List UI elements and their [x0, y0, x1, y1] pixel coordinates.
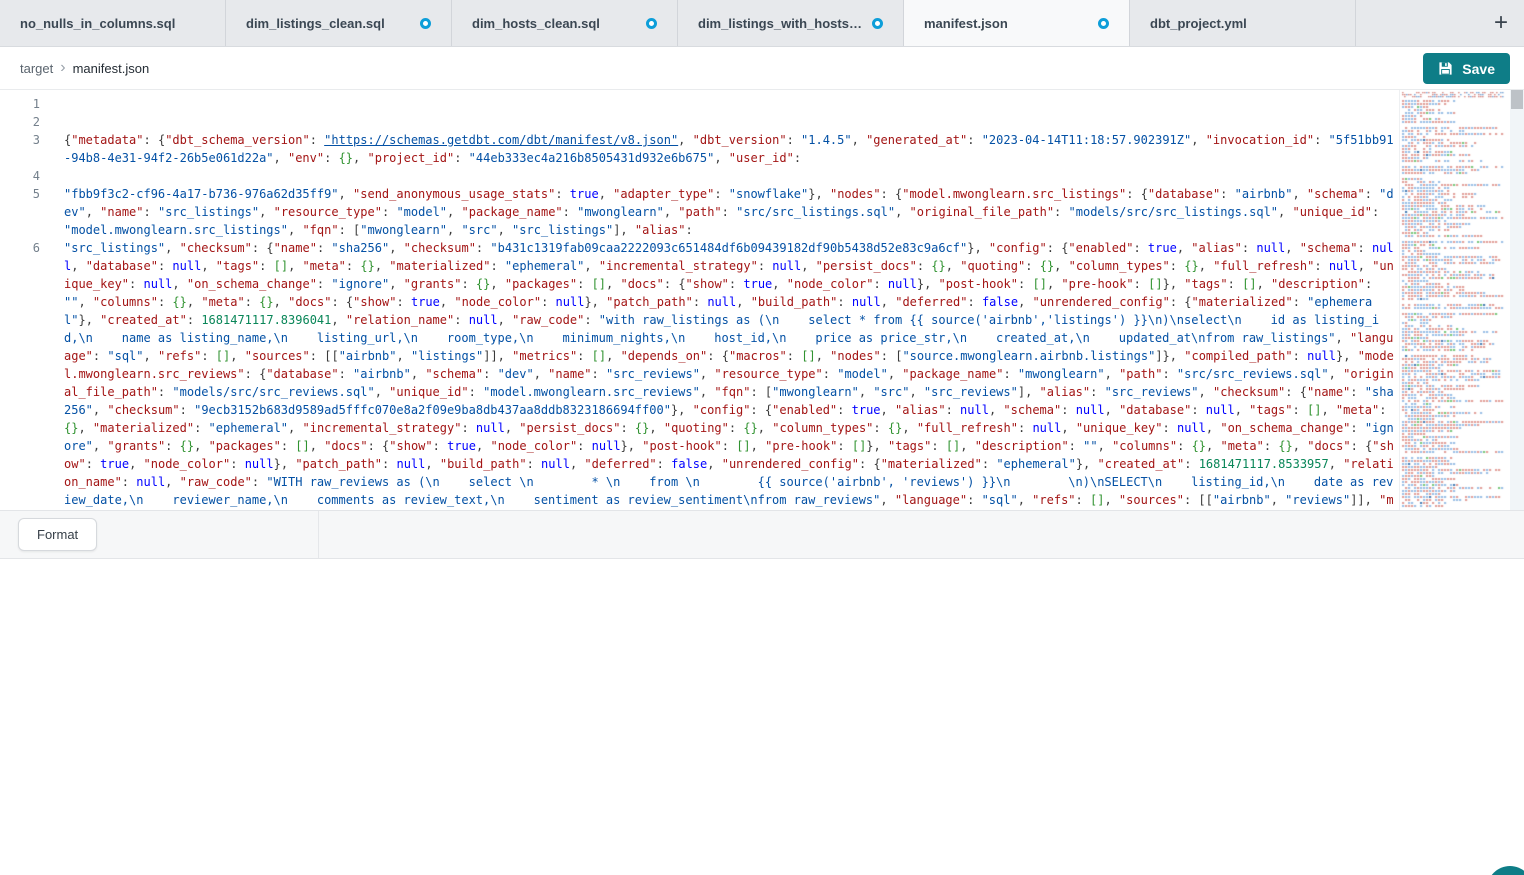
- breadcrumb-file: manifest.json: [73, 61, 150, 76]
- format-button[interactable]: Format: [18, 518, 97, 551]
- tab-dim-hosts-clean[interactable]: dim_hosts_clean.sql: [452, 0, 678, 46]
- code-line-text[interactable]: [64, 167, 1399, 185]
- line-number: 5: [0, 185, 64, 239]
- code-editor[interactable]: 123{"metadata": {"dbt_schema_version": "…: [0, 90, 1524, 510]
- editor-tab-bar: no_nulls_in_columns.sql dim_listings_cle…: [0, 0, 1524, 47]
- results-toolbar: Format: [0, 510, 1524, 559]
- code-line-text[interactable]: [64, 113, 1399, 131]
- code-line-text[interactable]: "fbb9f3c2-cf96-4a17-b736-976a62d35ff9", …: [64, 185, 1399, 239]
- code-line[interactable]: 4: [0, 167, 1399, 185]
- code-line[interactable]: 5"fbb9f3c2-cf96-4a17-b736-976a62d35ff9",…: [0, 185, 1399, 239]
- tab-dim-listings-with-hosts[interactable]: dim_listings_with_hosts.sql: [678, 0, 904, 46]
- unsaved-changes-dot-icon[interactable]: [420, 18, 431, 29]
- tab-label: dim_listings_clean.sql: [246, 16, 385, 31]
- plus-icon: +: [1494, 9, 1508, 37]
- save-floppy-icon: [1438, 61, 1453, 76]
- code-line[interactable]: 1: [0, 95, 1399, 113]
- tab-label: dim_listings_with_hosts.sql: [698, 16, 862, 31]
- code-line-text[interactable]: [64, 95, 1399, 113]
- tab-dim-listings-clean[interactable]: dim_listings_clean.sql: [226, 0, 452, 46]
- tab-dbt-project-yml[interactable]: dbt_project.yml: [1130, 0, 1356, 46]
- tab-manifest-json[interactable]: manifest.json: [904, 0, 1130, 46]
- tab-label: dim_hosts_clean.sql: [472, 16, 600, 31]
- tab-label: no_nulls_in_columns.sql: [20, 16, 175, 31]
- code-line[interactable]: 2: [0, 113, 1399, 131]
- tab-label: manifest.json: [924, 16, 1008, 31]
- line-number: 4: [0, 167, 64, 185]
- minimap-canvas[interactable]: [1400, 90, 1510, 510]
- line-number: 3: [0, 131, 64, 167]
- unsaved-changes-dot-icon[interactable]: [872, 18, 883, 29]
- scrollbar-thumb[interactable]: [1511, 90, 1523, 109]
- code-lines[interactable]: 123{"metadata": {"dbt_schema_version": "…: [0, 90, 1399, 510]
- save-button[interactable]: Save: [1423, 53, 1510, 84]
- code-line-text[interactable]: "src_listings", "checksum": {"name": "sh…: [64, 239, 1399, 510]
- minimap[interactable]: [1399, 90, 1510, 510]
- file-header-bar: target › manifest.json Save: [0, 47, 1524, 90]
- line-number: 6: [0, 239, 64, 510]
- save-button-label: Save: [1462, 61, 1495, 77]
- vertical-scrollbar[interactable]: [1510, 90, 1524, 510]
- new-tab-button[interactable]: +: [1478, 0, 1524, 46]
- tab-no-nulls-in-columns[interactable]: no_nulls_in_columns.sql: [0, 0, 226, 46]
- code-line[interactable]: 3{"metadata": {"dbt_schema_version": "ht…: [0, 131, 1399, 167]
- panel-divider: [318, 511, 319, 558]
- breadcrumb-folder[interactable]: target: [20, 61, 53, 76]
- unsaved-changes-dot-icon[interactable]: [1098, 18, 1109, 29]
- chevron-right-icon: ›: [53, 60, 72, 76]
- line-number: 1: [0, 95, 64, 113]
- tab-label: dbt_project.yml: [1150, 16, 1247, 31]
- unsaved-changes-dot-icon[interactable]: [646, 18, 657, 29]
- results-panel: [0, 559, 1524, 875]
- code-line[interactable]: 6"src_listings", "checksum": {"name": "s…: [0, 239, 1399, 510]
- line-number: 2: [0, 113, 64, 131]
- code-line-text[interactable]: {"metadata": {"dbt_schema_version": "htt…: [64, 131, 1399, 167]
